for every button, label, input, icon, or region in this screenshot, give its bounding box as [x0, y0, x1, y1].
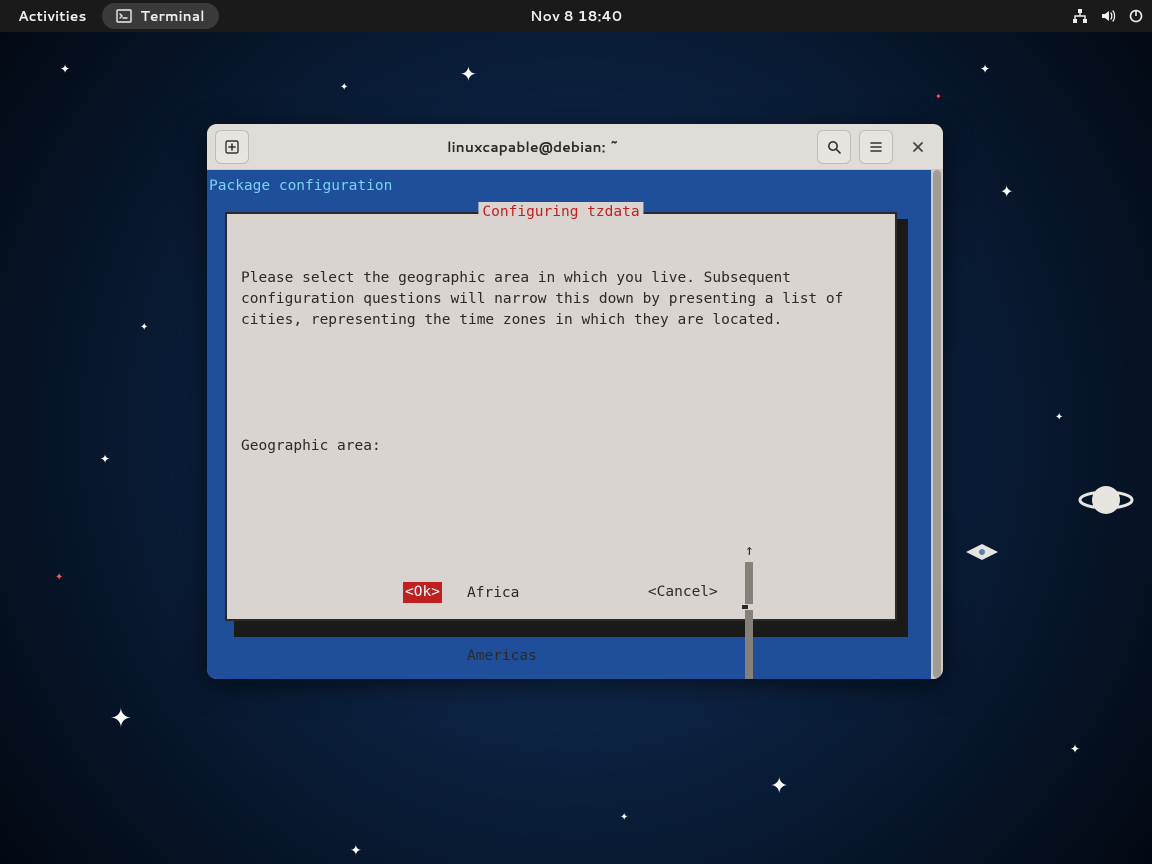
desktop-star: ✦: [935, 90, 942, 102]
desktop-rocket-icon: [962, 540, 1002, 564]
desktop-star: ✦: [460, 60, 477, 88]
terminal-viewport[interactable]: Package configuration Configuring tzdata…: [207, 170, 943, 679]
terminal-header-line: Package configuration: [207, 176, 943, 197]
new-tab-button[interactable]: [215, 130, 249, 164]
tzdata-dialog: Configuring tzdata Please select the geo…: [225, 212, 897, 621]
gnome-top-panel: Activities Terminal Nov 8 18:40: [0, 0, 1152, 32]
ok-button[interactable]: <Ok>: [403, 582, 442, 603]
network-icon[interactable]: [1072, 8, 1088, 24]
terminal-icon: [116, 8, 132, 24]
window-title: linuxcapable@debian: ~: [257, 137, 809, 157]
desktop-star: ✦: [60, 60, 70, 77]
desktop-star: ✦: [1055, 410, 1063, 424]
search-button[interactable]: [817, 130, 851, 164]
power-icon[interactable]: [1128, 8, 1144, 24]
desktop-star: ✦: [55, 570, 63, 584]
desktop-star: ✦: [140, 320, 148, 334]
dialog-prompt: Geographic area:: [241, 436, 881, 457]
scroll-up-arrow-icon: ↑: [745, 541, 754, 562]
hamburger-menu-button[interactable]: [859, 130, 893, 164]
panel-clock[interactable]: Nov 8 18:40: [530, 6, 622, 26]
terminal-window: linuxcapable@debian: ~ Package configura…: [207, 124, 943, 679]
dialog-title: Configuring tzdata: [478, 202, 643, 223]
desktop-star: ✦: [770, 770, 788, 801]
current-app-label: Terminal: [140, 6, 204, 26]
cancel-button[interactable]: <Cancel>: [648, 582, 718, 603]
desktop-star: ✦: [980, 60, 990, 77]
scroll-track: [745, 562, 753, 679]
desktop-star: ✦: [1000, 180, 1013, 203]
desktop-star: ✦: [340, 80, 348, 94]
volume-icon[interactable]: [1100, 8, 1116, 24]
list-scroll-indicator: ↑ ↓: [745, 541, 757, 679]
current-app-indicator[interactable]: Terminal: [102, 3, 218, 29]
window-titlebar[interactable]: linuxcapable@debian: ~: [207, 124, 943, 170]
scrollbar-thumb[interactable]: [933, 170, 941, 678]
desktop-star: ✦: [100, 450, 110, 467]
close-button[interactable]: [901, 130, 935, 164]
terminal-scrollbar[interactable]: [931, 170, 943, 679]
desktop-planet-icon: [1076, 480, 1136, 520]
desktop-star: ✦: [110, 700, 132, 736]
desktop-star: ✦: [620, 810, 628, 824]
scroll-thumb: [742, 605, 748, 609]
geographic-area-list[interactable]: Africa Americas Antarctica Arctic Ocean …: [465, 541, 665, 679]
list-item[interactable]: Americas: [465, 646, 665, 667]
dialog-message: Please select the geographic area in whi…: [241, 268, 881, 331]
desktop-star: ✦: [1070, 740, 1080, 757]
activities-button[interactable]: Activities: [8, 2, 96, 30]
desktop-star: ✦: [350, 840, 362, 860]
